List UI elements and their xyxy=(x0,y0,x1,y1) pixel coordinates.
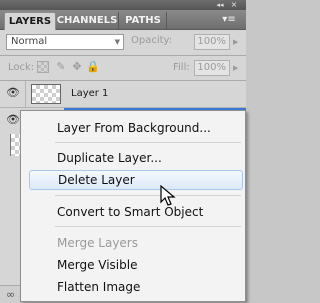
menu-item-duplicate-layer[interactable]: Duplicate Layer... xyxy=(29,148,243,168)
opacity-arrow-icon[interactable]: ▶ xyxy=(233,38,238,46)
menu-separator xyxy=(55,226,241,227)
menu-separator xyxy=(55,142,241,143)
chevron-down-icon: ▼ xyxy=(114,38,120,46)
blend-mode-value: Normal xyxy=(11,36,48,47)
tab-paths[interactable]: PATHS xyxy=(120,12,167,29)
tab-layers[interactable]: LAYERS xyxy=(4,12,56,30)
opacity-label: Opacity: xyxy=(131,35,173,46)
panel-top-strip: ◂◂ × xyxy=(0,0,246,10)
fill-field[interactable]: 100% xyxy=(194,60,230,76)
mouse-pointer-icon xyxy=(160,185,176,206)
blend-mode-select[interactable]: Normal ▼ xyxy=(6,34,124,50)
divider xyxy=(0,55,246,56)
menu-item-flatten-image[interactable]: Flatten Image xyxy=(29,277,243,297)
menu-separator xyxy=(55,195,241,196)
menu-item-delete-layer[interactable]: Delete Layer xyxy=(29,170,243,190)
layer-thumbnail xyxy=(31,84,61,104)
lock-pixels-icon[interactable]: ✎ xyxy=(54,60,68,74)
close-icon[interactable]: × xyxy=(228,0,240,10)
collapse-icon[interactable]: ◂◂ xyxy=(214,0,226,10)
layer-row[interactable]: 👁 Layer 1 xyxy=(0,81,246,108)
fill-label: Fill: xyxy=(173,62,190,73)
fill-arrow-icon[interactable]: ▶ xyxy=(233,64,238,72)
menu-item-merge-layers: Merge Layers xyxy=(57,236,138,250)
layer-name: Layer 1 xyxy=(71,88,109,99)
tab-channels[interactable]: CHANNELS xyxy=(56,12,119,29)
opacity-field[interactable]: 100% xyxy=(194,34,230,50)
lock-all-icon[interactable]: 🔒 xyxy=(86,60,100,74)
menu-item-layer-from-background[interactable]: Layer From Background... xyxy=(29,118,243,138)
menu-item-convert-to-smart-object[interactable]: Convert to Smart Object xyxy=(29,202,243,222)
context-menu: Layer From Background... Duplicate Layer… xyxy=(20,110,246,302)
divider xyxy=(25,81,26,107)
eye-icon[interactable]: 👁 xyxy=(6,87,20,99)
eye-icon[interactable]: 👁 xyxy=(6,114,20,126)
panel-tab-bar: LAYERS CHANNELS PATHS ▾≡ xyxy=(0,10,246,30)
lock-label: Lock: xyxy=(8,62,35,73)
panel-menu-icon[interactable]: ▾≡ xyxy=(220,14,238,26)
lock-position-icon[interactable]: ✥ xyxy=(70,60,84,74)
menu-item-merge-visible[interactable]: Merge Visible xyxy=(29,255,243,275)
lock-transparency-icon[interactable] xyxy=(37,61,49,73)
link-icon[interactable]: ∞ xyxy=(6,288,15,301)
